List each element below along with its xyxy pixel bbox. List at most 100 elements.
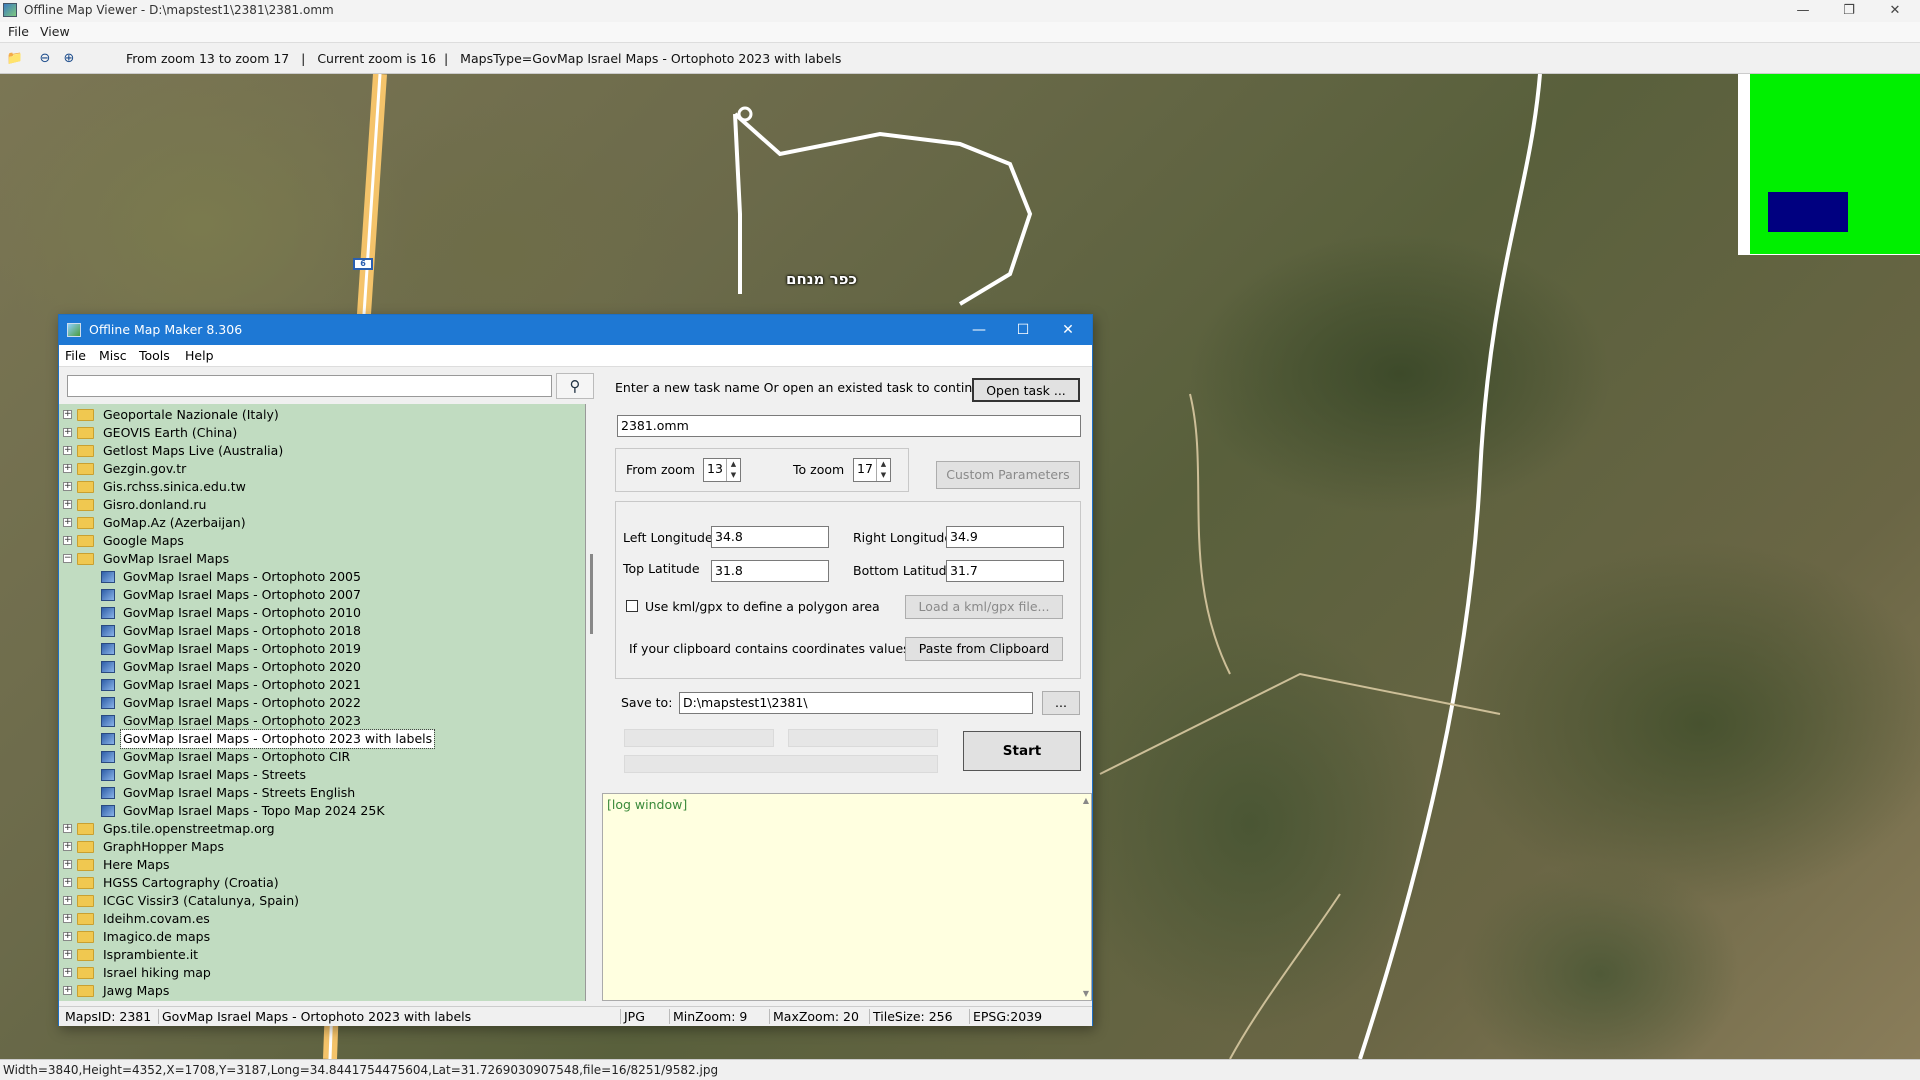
map-search-input[interactable] <box>67 375 552 397</box>
restore-button[interactable]: ❐ <box>1826 0 1872 22</box>
from-zoom-spin-arrows[interactable]: ▲ ▼ <box>726 459 740 481</box>
tree-folder-item[interactable]: + Gps.tile.openstreetmap.org <box>59 820 579 838</box>
tree-item-label: Gezgin.gov.tr <box>103 461 187 476</box>
dialog-minimize-button[interactable]: — <box>957 315 1001 345</box>
expand-icon[interactable]: + <box>63 500 72 509</box>
search-button[interactable]: ⚲ <box>556 373 594 399</box>
minimap-viewport[interactable] <box>1768 192 1848 232</box>
zoom-in-icon[interactable]: ⊕ <box>60 51 78 67</box>
tree-map-item[interactable]: GovMap Israel Maps - Ortophoto 2021 <box>59 676 579 694</box>
dialog-menu-help[interactable]: Help <box>185 348 214 363</box>
menu-view[interactable]: View <box>40 24 70 39</box>
expand-icon[interactable]: + <box>63 536 72 545</box>
tree-item-label: Getlost Maps Live (Australia) <box>103 443 284 458</box>
top-latitude-field[interactable]: 31.8 <box>711 560 829 582</box>
expand-icon[interactable]: + <box>63 968 72 977</box>
tree-folder-item[interactable]: + GoMap.Az (Azerbaijan) <box>59 514 579 532</box>
expand-icon[interactable]: + <box>63 410 72 419</box>
tree-folder-item[interactable]: + Isprambiente.it <box>59 946 579 964</box>
open-task-button[interactable]: Open task ... <box>972 378 1080 402</box>
tree-folder-item[interactable]: + Jawg Maps <box>59 982 579 1000</box>
tree-map-item[interactable]: GovMap Israel Maps - Streets English <box>59 784 579 802</box>
dialog-menu-file[interactable]: File <box>65 348 86 363</box>
expand-icon[interactable]: + <box>63 464 72 473</box>
tree-folder-item[interactable]: + GEOVIS Earth (China) <box>59 424 579 442</box>
to-zoom-spinner[interactable]: 17 ▲ ▼ <box>853 458 891 482</box>
expand-icon[interactable]: + <box>63 446 72 455</box>
map-source-tree[interactable]: + Geoportale Nazionale (Italy) + GEOVIS Ear… <box>59 404 586 1001</box>
tree-folder-item[interactable]: + Gisro.donland.ru <box>59 496 579 514</box>
tree-map-item[interactable]: GovMap Israel Maps - Ortophoto 2018 <box>59 622 579 640</box>
custom-parameters-button[interactable]: Custom Parameters <box>936 461 1080 489</box>
zoom-out-icon[interactable]: ⊖ <box>36 51 54 67</box>
left-longitude-field[interactable]: 34.8 <box>711 526 829 548</box>
task-name-field[interactable]: 2381.omm <box>617 415 1081 437</box>
load-kml-button[interactable]: Load a kml/gpx file... <box>905 595 1063 619</box>
tree-folder-item[interactable]: + HGSS Cartography (Croatia) <box>59 874 579 892</box>
tree-map-item[interactable]: GovMap Israel Maps - Ortophoto 2023 <box>59 712 579 730</box>
tree-folder-item[interactable]: + Imagico.de maps <box>59 928 579 946</box>
tree-item-label: Gis.rchss.sinica.edu.tw <box>103 479 246 494</box>
from-zoom-spinner[interactable]: 13 ▲ ▼ <box>703 458 741 482</box>
tree-map-item[interactable]: GovMap Israel Maps - Ortophoto 2020 <box>59 658 579 676</box>
dialog-menu-tools[interactable]: Tools <box>139 348 170 363</box>
expand-icon[interactable]: + <box>63 428 72 437</box>
from-zoom-label: From zoom <box>626 462 695 477</box>
expand-icon[interactable]: + <box>63 878 72 887</box>
tree-folder-item[interactable]: + Here Maps <box>59 856 579 874</box>
dialog-maximize-button[interactable]: ☐ <box>1001 315 1045 345</box>
log-scroll-up-icon[interactable]: ▲ <box>1083 796 1089 805</box>
tree-map-item[interactable]: GovMap Israel Maps - Ortophoto 2007 <box>59 586 579 604</box>
expand-icon[interactable]: + <box>63 950 72 959</box>
expand-icon[interactable]: + <box>63 932 72 941</box>
expand-icon[interactable]: + <box>63 914 72 923</box>
tree-map-item[interactable]: GovMap Israel Maps - Ortophoto 2010 <box>59 604 579 622</box>
tree-scrollbar[interactable] <box>586 404 600 1001</box>
dialog-menu-misc[interactable]: Misc <box>99 348 127 363</box>
tree-folder-item[interactable]: + GraphHopper Maps <box>59 838 579 856</box>
tree-folder-item[interactable]: − GovMap Israel Maps <box>59 550 579 568</box>
tree-folder-item[interactable]: + Israel hiking map <box>59 964 579 982</box>
expand-icon[interactable]: + <box>63 842 72 851</box>
collapse-icon[interactable]: − <box>63 554 72 563</box>
expand-icon[interactable]: + <box>63 860 72 869</box>
expand-icon[interactable]: + <box>63 896 72 905</box>
paste-clipboard-button[interactable]: Paste from Clipboard <box>905 637 1063 661</box>
tree-scroll-thumb[interactable] <box>590 554 593 634</box>
close-button[interactable]: ✕ <box>1872 0 1918 22</box>
tree-map-item[interactable]: GovMap Israel Maps - Ortophoto CIR <box>59 748 579 766</box>
kml-checkbox[interactable] <box>626 600 638 612</box>
tree-folder-item[interactable]: + Geoportale Nazionale (Italy) <box>59 406 579 424</box>
browse-button[interactable]: ... <box>1042 691 1080 715</box>
expand-icon[interactable]: + <box>63 482 72 491</box>
save-path-field[interactable]: D:\mapstest1\2381\ <box>679 692 1033 714</box>
overview-minimap[interactable] <box>1738 74 1920 255</box>
expand-icon[interactable]: + <box>63 824 72 833</box>
start-button[interactable]: Start <box>963 731 1081 771</box>
log-window[interactable]: [log window] ▲ ▼ <box>602 793 1092 1001</box>
minimize-button[interactable]: — <box>1780 0 1826 22</box>
tree-folder-item[interactable]: + Getlost Maps Live (Australia) <box>59 442 579 460</box>
tree-folder-item[interactable]: + Google Maps <box>59 532 579 550</box>
expand-icon[interactable]: + <box>63 986 72 995</box>
menu-file[interactable]: File <box>8 24 29 39</box>
tree-map-item[interactable]: GovMap Israel Maps - Ortophoto 2005 <box>59 568 579 586</box>
log-scroll-down-icon[interactable]: ▼ <box>1083 989 1089 998</box>
tree-folder-item[interactable]: + ICGC Vissir3 (Catalunya, Spain) <box>59 892 579 910</box>
expand-icon[interactable]: + <box>63 518 72 527</box>
open-folder-icon[interactable]: 📁 <box>6 51 24 67</box>
dialog-close-button[interactable]: ✕ <box>1046 315 1090 345</box>
tree-map-item[interactable]: GovMap Israel Maps - Ortophoto 2023 with… <box>59 729 579 749</box>
tree-folder-item[interactable]: + Gis.rchss.sinica.edu.tw <box>59 478 579 496</box>
tree-map-item[interactable]: GovMap Israel Maps - Topo Map 2024 25K <box>59 802 579 820</box>
to-zoom-spin-arrows[interactable]: ▲ ▼ <box>876 459 890 481</box>
bottom-latitude-field[interactable]: 31.7 <box>946 560 1064 582</box>
right-longitude-field[interactable]: 34.9 <box>946 526 1064 548</box>
tree-map-item[interactable]: GovMap Israel Maps - Ortophoto 2019 <box>59 640 579 658</box>
tree-folder-item[interactable]: + Gezgin.gov.tr <box>59 460 579 478</box>
tree-map-item[interactable]: GovMap Israel Maps - Ortophoto 2022 <box>59 694 579 712</box>
tree-map-item[interactable]: GovMap Israel Maps - Streets <box>59 766 579 784</box>
folder-icon <box>77 985 94 997</box>
folder-icon <box>77 913 94 925</box>
tree-folder-item[interactable]: + Ideihm.covam.es <box>59 910 579 928</box>
